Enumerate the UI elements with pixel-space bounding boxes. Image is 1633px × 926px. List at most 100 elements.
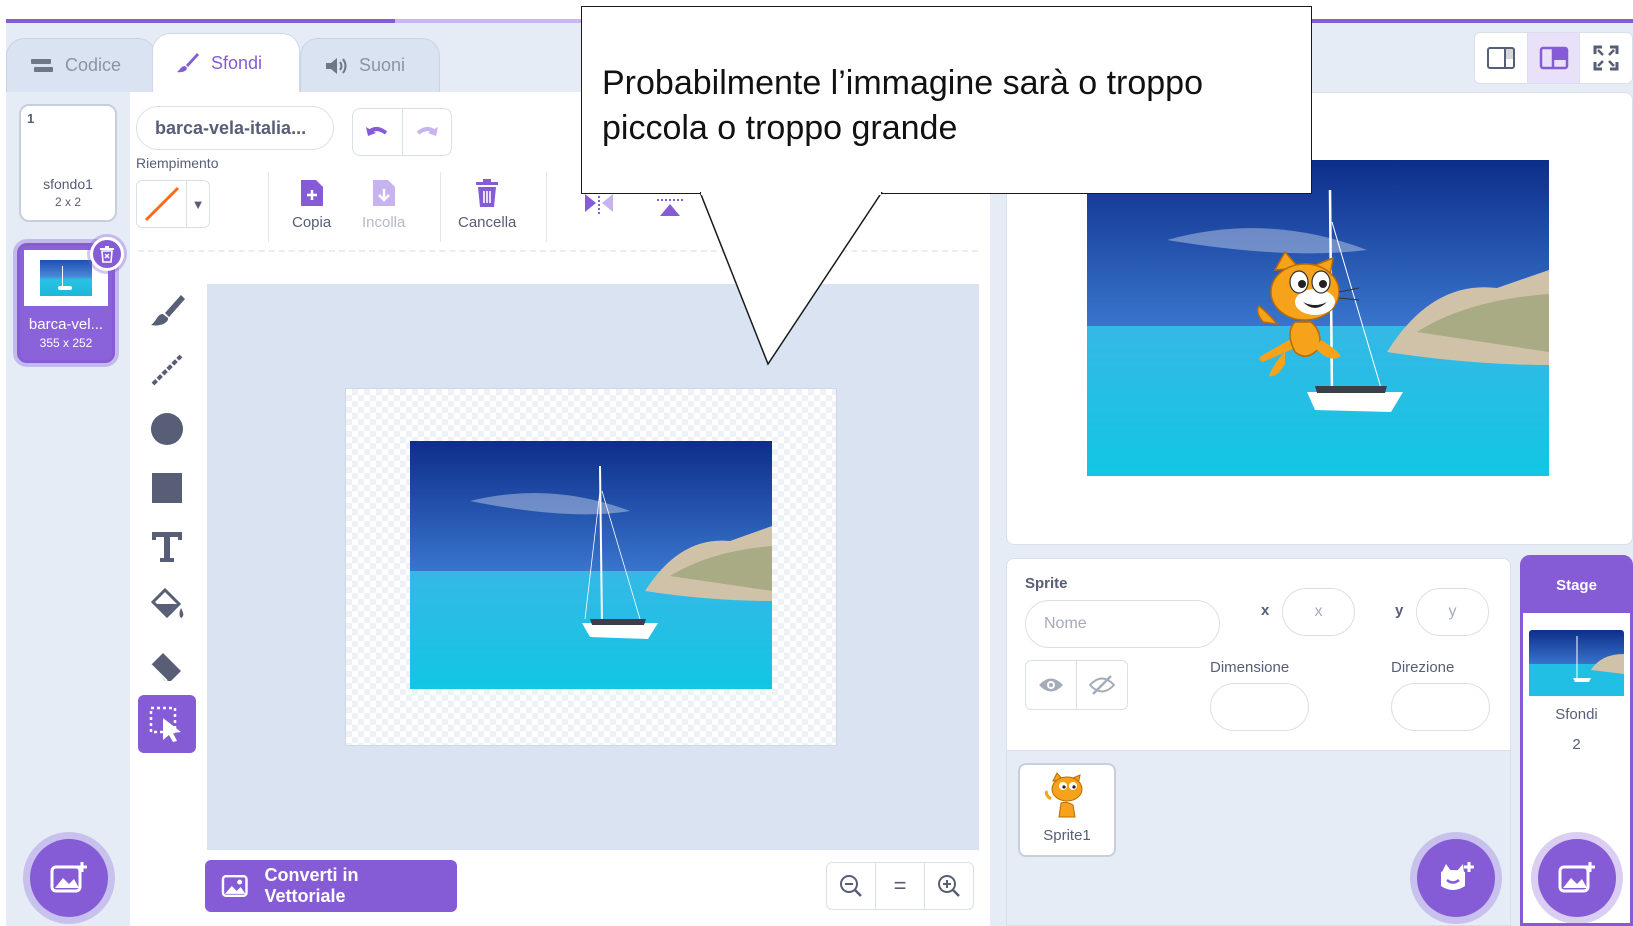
divider — [546, 172, 547, 242]
divider — [268, 172, 269, 242]
eye-hidden-icon — [1089, 675, 1115, 695]
cat-sprite-icon — [1045, 772, 1083, 818]
show-sprite-button[interactable] — [1026, 661, 1076, 709]
redo-button[interactable] — [401, 109, 452, 155]
chevron-down-icon[interactable]: ▼ — [187, 181, 209, 227]
circle-tool[interactable] — [138, 400, 196, 458]
text-tool[interactable] — [138, 518, 196, 576]
choose-stage-backdrop-button[interactable] — [1538, 839, 1616, 917]
annotation-text: Probabilmente l’immagine sarà o troppo p… — [602, 64, 1203, 147]
fullscreen-button[interactable] — [1579, 33, 1632, 83]
code-icon — [31, 58, 53, 72]
tab-backdrops-label: Sfondi — [211, 52, 263, 73]
divider — [440, 172, 441, 242]
zoom-reset-button[interactable]: = — [875, 863, 924, 909]
fill-color-picker[interactable]: ▼ — [136, 180, 210, 228]
delete-label: Cancella — [458, 214, 517, 231]
text-icon — [152, 532, 182, 562]
select-tool[interactable] — [138, 695, 196, 753]
zoom-controls: = — [826, 862, 974, 910]
stage-thumbnail-image — [1529, 630, 1624, 696]
y-input[interactable]: y — [1416, 588, 1489, 636]
line-tool[interactable] — [138, 341, 196, 399]
backdrop-size: 355 x 252 — [39, 336, 93, 350]
brush-icon — [177, 53, 199, 73]
paste-button[interactable]: Incolla — [362, 178, 405, 231]
brush-tool[interactable] — [138, 282, 196, 340]
copy-icon — [300, 180, 323, 206]
tab-backdrops[interactable]: Sfondi — [152, 33, 300, 92]
size-input[interactable] — [1210, 683, 1309, 731]
flip-vertical-button[interactable] — [655, 190, 685, 223]
boat-photo — [410, 441, 772, 689]
stage-canvas[interactable] — [1087, 160, 1549, 476]
add-image-icon — [50, 862, 87, 893]
delete-button[interactable]: Cancella — [458, 178, 516, 231]
sprite-tile[interactable]: Sprite1 — [1018, 763, 1116, 857]
delete-backdrop-button[interactable] — [90, 237, 124, 271]
fill-color-swatch-icon — [144, 186, 179, 222]
zoom-in-button[interactable] — [924, 863, 973, 909]
brush-icon — [151, 295, 185, 326]
large-stage-icon — [1539, 46, 1568, 70]
rectangle-tool[interactable] — [138, 459, 196, 517]
flip-horizontal-button[interactable] — [583, 190, 615, 221]
redo-icon — [416, 127, 438, 136]
costume-name-input[interactable]: barca-vela-italia... — [136, 106, 334, 150]
hide-sprite-button[interactable] — [1076, 661, 1127, 709]
stage-backdrop — [1087, 160, 1549, 476]
tab-sounds-label: Suoni — [359, 55, 406, 75]
fill-label: Riempimento — [136, 155, 219, 171]
line-icon — [151, 354, 183, 386]
eraser-tool[interactable] — [138, 636, 196, 694]
sprite-info-title: Sprite — [1025, 575, 1068, 592]
zoom-out-icon — [840, 875, 862, 897]
fill-tool[interactable] — [138, 577, 196, 635]
tab-code[interactable]: Codice — [6, 38, 156, 92]
stage-selector-title: Stage — [1523, 558, 1630, 613]
rectangle-icon — [152, 473, 182, 503]
copy-button[interactable]: Copia — [292, 178, 331, 231]
paste-icon — [372, 180, 395, 206]
zoom-in-icon — [938, 875, 960, 897]
stage-size-controls — [1474, 32, 1633, 84]
convert-to-vector-button[interactable]: Converti in Vettoriale — [205, 860, 457, 912]
backdrop-name: sfondo1 — [43, 176, 93, 192]
add-sprite-icon — [1441, 862, 1474, 890]
backdrop-tile-1[interactable]: 1 sfondo1 2 x 2 — [19, 104, 117, 222]
tab-code-label: Codice — [65, 55, 122, 75]
zoom-out-button[interactable] — [827, 863, 875, 909]
add-image-icon — [1558, 862, 1595, 893]
eye-icon — [1039, 678, 1063, 692]
undo-icon — [366, 127, 388, 136]
large-stage-button[interactable] — [1526, 33, 1580, 83]
trash-icon — [100, 246, 114, 263]
x-label: x — [1261, 602, 1270, 619]
backdrop-name: barca-vel... — [28, 316, 104, 333]
sprite-name-input[interactable]: Nome — [1025, 600, 1220, 648]
toolbox — [138, 282, 196, 753]
select-icon — [149, 706, 181, 742]
backdrop-number: 2 — [26, 251, 34, 266]
choose-backdrop-button[interactable] — [30, 839, 108, 917]
backdrop-size: 2 x 2 — [54, 195, 81, 209]
eraser-icon — [150, 653, 181, 682]
visibility-toggle — [1025, 660, 1128, 710]
fill-swatch[interactable] — [137, 181, 187, 227]
small-stage-icon — [1486, 47, 1515, 69]
stage-thumbnail — [1529, 630, 1624, 696]
convert-to-vector-label: Converti in Vettoriale — [264, 865, 359, 906]
backdrops-label: Sfondi — [1555, 706, 1598, 723]
circle-icon — [151, 413, 183, 445]
callout-pointer — [700, 192, 883, 366]
sound-icon — [326, 57, 347, 74]
undo-button[interactable] — [353, 109, 402, 155]
choose-sprite-button[interactable] — [1417, 839, 1495, 917]
tab-sounds[interactable]: Suoni — [300, 38, 440, 92]
y-label: y — [1395, 602, 1404, 619]
small-stage-button[interactable] — [1475, 33, 1527, 83]
direction-label: Direzione — [1391, 659, 1455, 676]
boat-image[interactable] — [410, 441, 772, 689]
x-input[interactable]: x — [1282, 588, 1355, 636]
direction-input[interactable] — [1391, 683, 1490, 731]
